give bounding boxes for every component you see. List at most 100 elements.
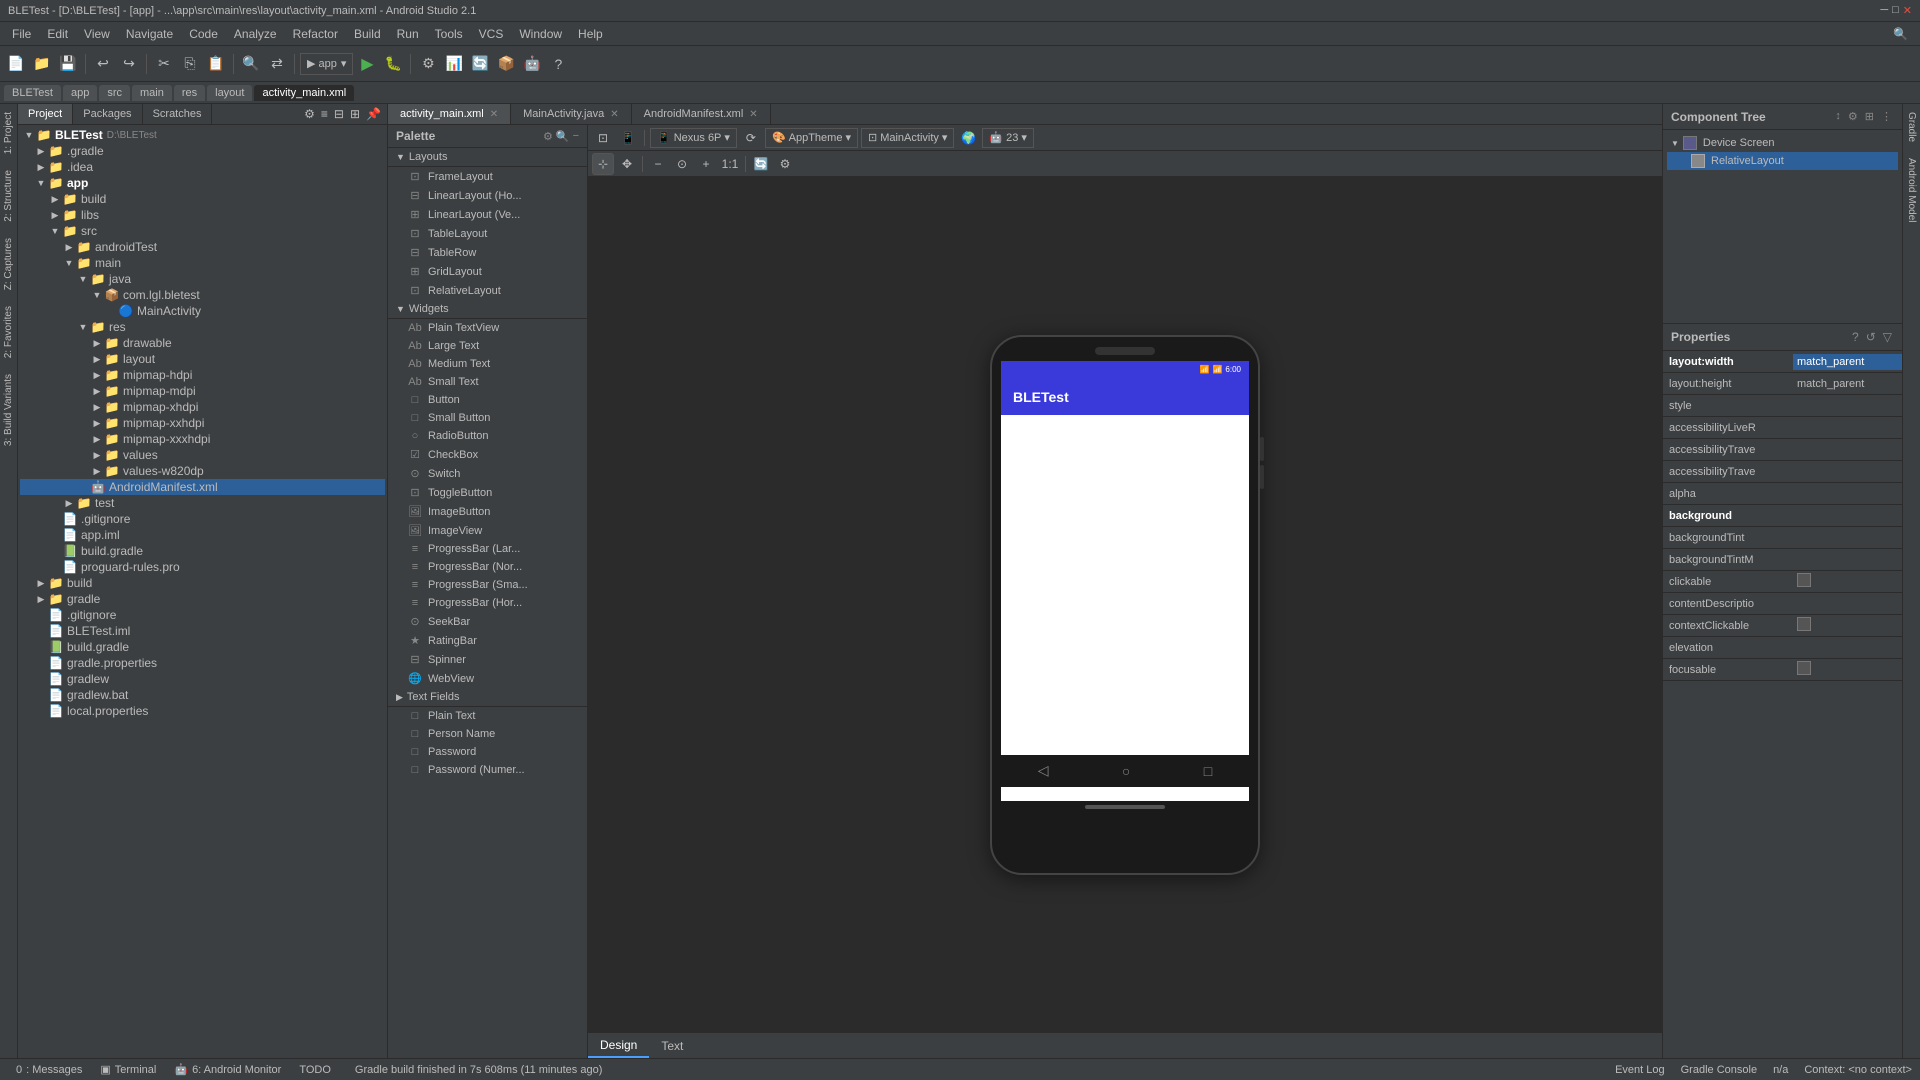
toolbar-save[interactable]: 💾 xyxy=(56,52,80,76)
breadcrumb-app[interactable]: app xyxy=(63,85,97,101)
tree-item-src[interactable]: ▼ 📁 src xyxy=(20,223,385,239)
close-mainactivity-tab[interactable]: ✕ xyxy=(610,109,618,120)
toolbar-paste[interactable]: 📋 xyxy=(204,52,228,76)
tree-item-androidtest[interactable]: ▶ 📁 androidTest xyxy=(20,239,385,255)
minimize-btn[interactable]: ─ xyxy=(1880,4,1888,17)
palette-item-small-text[interactable]: Ab Small Text xyxy=(388,373,587,391)
menu-build[interactable]: Build xyxy=(346,25,389,43)
menu-run[interactable]: Run xyxy=(389,25,427,43)
palette-item-plain-text[interactable]: □ Plain Text xyxy=(388,707,587,725)
toolbar-btn-7[interactable]: 📊 xyxy=(442,52,466,76)
palette-item-ratingbar[interactable]: ★ RatingBar xyxy=(388,631,587,650)
menu-view[interactable]: View xyxy=(76,25,118,43)
toolbar-cut[interactable]: ✂ xyxy=(152,52,176,76)
tree-item-package[interactable]: ▼ 📦 com.lgl.bletest xyxy=(20,287,385,303)
run-config-dropdown[interactable]: ▶ app▾ xyxy=(300,53,353,75)
prop-accessibility-trave-1-value[interactable] xyxy=(1793,448,1902,452)
tab-build-variants[interactable]: 3: Build Variants xyxy=(0,366,17,454)
tab-todo[interactable]: TODO xyxy=(291,1062,339,1078)
tab-terminal[interactable]: ▣ Terminal xyxy=(92,1061,164,1078)
canvas-zoom-fit-btn[interactable]: ⊙ xyxy=(671,153,693,175)
tree-item-gradlew[interactable]: 📄 gradlew xyxy=(20,671,385,687)
tab-design[interactable]: Design xyxy=(588,1034,649,1058)
tree-item-local-props[interactable]: 📄 local.properties xyxy=(20,703,385,719)
tab-messages[interactable]: 0 : Messages xyxy=(8,1062,90,1078)
ct-sort-icon[interactable]: ↕ xyxy=(1833,108,1843,125)
tree-item-app-iml[interactable]: 📄 app.iml xyxy=(20,527,385,543)
toolbar-new[interactable]: 📄 xyxy=(4,52,28,76)
tab-captures[interactable]: Z: Captures xyxy=(0,230,17,298)
menu-tools[interactable]: Tools xyxy=(427,25,471,43)
tree-item-mipmap-mdpi[interactable]: ▶ 📁 mipmap-mdpi xyxy=(20,383,385,399)
palette-item-tablelayout[interactable]: ⊡ TableLayout xyxy=(388,224,587,243)
prop-help-icon[interactable]: ? xyxy=(1850,328,1861,346)
prop-style-value[interactable] xyxy=(1793,404,1902,408)
toolbar-btn-10[interactable]: 🤖 xyxy=(520,52,544,76)
prop-background-value[interactable] xyxy=(1793,514,1902,518)
tree-item-main[interactable]: ▼ 📁 main xyxy=(20,255,385,271)
tab-scratches[interactable]: Scratches xyxy=(143,104,213,124)
ct-filter-icon[interactable]: ⚙ xyxy=(1846,108,1860,125)
prop-focusable-value[interactable] xyxy=(1793,659,1902,680)
breadcrumb-layout[interactable]: layout xyxy=(207,85,252,101)
prop-content-desc-value[interactable] xyxy=(1793,602,1902,606)
palette-item-framelayout[interactable]: ⊡ FrameLayout xyxy=(388,167,587,186)
breadcrumb-src[interactable]: src xyxy=(99,85,130,101)
palette-item-password-num[interactable]: □ Password (Numer... xyxy=(388,761,587,779)
prop-clickable-value[interactable] xyxy=(1793,571,1902,592)
prop-accessibility-live-value[interactable] xyxy=(1793,426,1902,430)
menu-refactor[interactable]: Refactor xyxy=(285,25,346,43)
palette-item-password[interactable]: □ Password xyxy=(388,743,587,761)
tree-item-mipmap-xhdpi[interactable]: ▶ 📁 mipmap-xhdpi xyxy=(20,399,385,415)
toolbar-open[interactable]: 📁 xyxy=(30,52,54,76)
palette-item-webview[interactable]: 🌐 WebView xyxy=(388,669,587,688)
tree-item-drawable[interactable]: ▶ 📁 drawable xyxy=(20,335,385,351)
tab-favorites[interactable]: 2: Favorites xyxy=(0,298,17,366)
tab-structure[interactable]: 2: Structure xyxy=(0,162,17,230)
event-log-btn[interactable]: Event Log xyxy=(1615,1064,1665,1076)
clickable-checkbox[interactable] xyxy=(1797,573,1811,587)
canvas-zoom-100-btn[interactable]: 1:1 xyxy=(719,153,741,175)
canvas-zoom-in-btn[interactable]: + xyxy=(695,153,717,175)
palette-item-radiobutton[interactable]: ○ RadioButton xyxy=(388,427,587,445)
canvas-btn-screen[interactable]: ⊡ xyxy=(592,127,614,149)
tree-item-java[interactable]: ▼ 📁 java xyxy=(20,271,385,287)
tab-text[interactable]: Text xyxy=(649,1035,695,1057)
tree-item-res[interactable]: ▼ 📁 res xyxy=(20,319,385,335)
breadcrumb-main[interactable]: main xyxy=(132,85,172,101)
tree-item-gitignore-root[interactable]: 📄 .gitignore xyxy=(20,607,385,623)
menu-help[interactable]: Help xyxy=(570,25,611,43)
prop-elevation-value[interactable] xyxy=(1793,646,1902,650)
palette-item-large-text[interactable]: Ab Large Text xyxy=(388,337,587,355)
palette-item-small-button[interactable]: □ Small Button xyxy=(388,409,587,427)
tree-item-androidmanifest[interactable]: 🤖 AndroidManifest.xml xyxy=(20,479,385,495)
canvas-refresh-btn[interactable]: 🔄 xyxy=(750,153,772,175)
theme-dropdown[interactable]: 🎨 AppTheme ▾ xyxy=(765,128,858,148)
palette-collapse-icon[interactable]: − xyxy=(573,130,579,143)
tree-item-app[interactable]: ▼ 📁 app xyxy=(20,175,385,191)
canvas-select-btn[interactable]: ⊹ xyxy=(592,153,614,175)
prop-context-clickable-value[interactable] xyxy=(1793,615,1902,636)
tree-item-build-app[interactable]: ▶ 📁 build xyxy=(20,191,385,207)
tab-activity-main-xml[interactable]: activity_main.xml ✕ xyxy=(388,104,511,124)
tab-gradle[interactable]: Gradle xyxy=(1903,104,1920,150)
canvas-settings-btn[interactable]: ⚙ xyxy=(774,153,796,175)
palette-item-plain-textview[interactable]: Ab Plain TextView xyxy=(388,319,587,337)
toolbar-replace[interactable]: ⇄ xyxy=(265,52,289,76)
palette-search-icon[interactable]: 🔍 xyxy=(556,130,570,143)
tree-item-gitignore-app[interactable]: 📄 .gitignore xyxy=(20,511,385,527)
menu-code[interactable]: Code xyxy=(181,25,226,43)
tab-mainactivity-java[interactable]: MainActivity.java ✕ xyxy=(511,104,632,124)
prop-refresh-icon[interactable]: ↺ xyxy=(1864,328,1878,346)
palette-item-progressbar-large[interactable]: ≡ ProgressBar (Lar... xyxy=(388,540,587,558)
tree-item-gradlew-bat[interactable]: 📄 gradlew.bat xyxy=(20,687,385,703)
tree-item-bletest-iml[interactable]: 📄 BLETest.iml xyxy=(20,623,385,639)
toolbar-btn-6[interactable]: ⚙ xyxy=(416,52,440,76)
prop-filter-icon[interactable]: ▽ xyxy=(1881,328,1894,346)
tree-item-values-w820dp[interactable]: ▶ 📁 values-w820dp xyxy=(20,463,385,479)
canvas-btn-rotate[interactable]: ⟳ xyxy=(740,127,762,149)
close-activity-main-tab[interactable]: ✕ xyxy=(490,109,498,120)
canvas-zoom-out-btn[interactable]: − xyxy=(647,153,669,175)
toolbar-copy[interactable]: ⎘ xyxy=(178,52,202,76)
device-dropdown[interactable]: 📱 Nexus 6P ▾ xyxy=(650,128,737,148)
